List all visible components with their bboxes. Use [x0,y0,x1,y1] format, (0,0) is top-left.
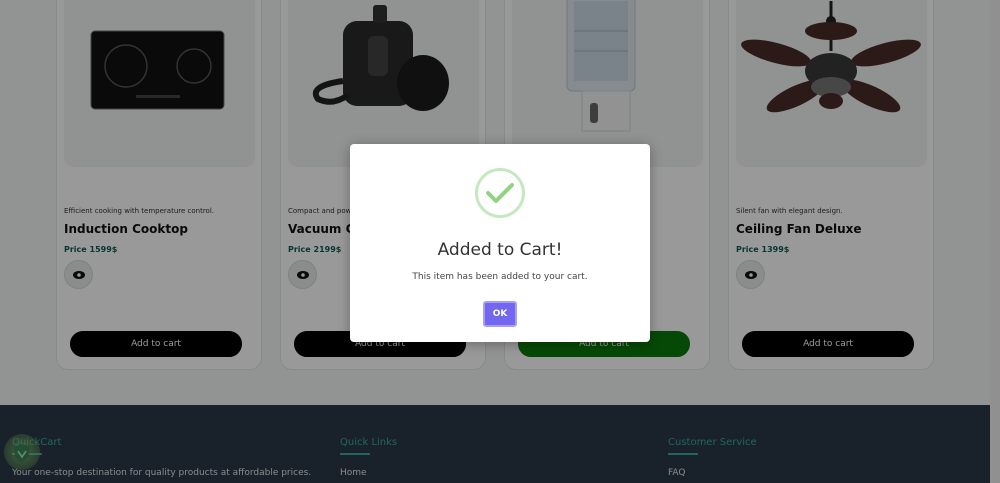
dialog-message: This item has been added to your cart. [412,272,588,282]
ok-button[interactable]: OK [483,301,517,327]
dialog-title: Added to Cart! [437,240,563,260]
added-to-cart-dialog: Added to Cart! This item has been added … [350,144,650,342]
success-check-icon [475,168,525,218]
